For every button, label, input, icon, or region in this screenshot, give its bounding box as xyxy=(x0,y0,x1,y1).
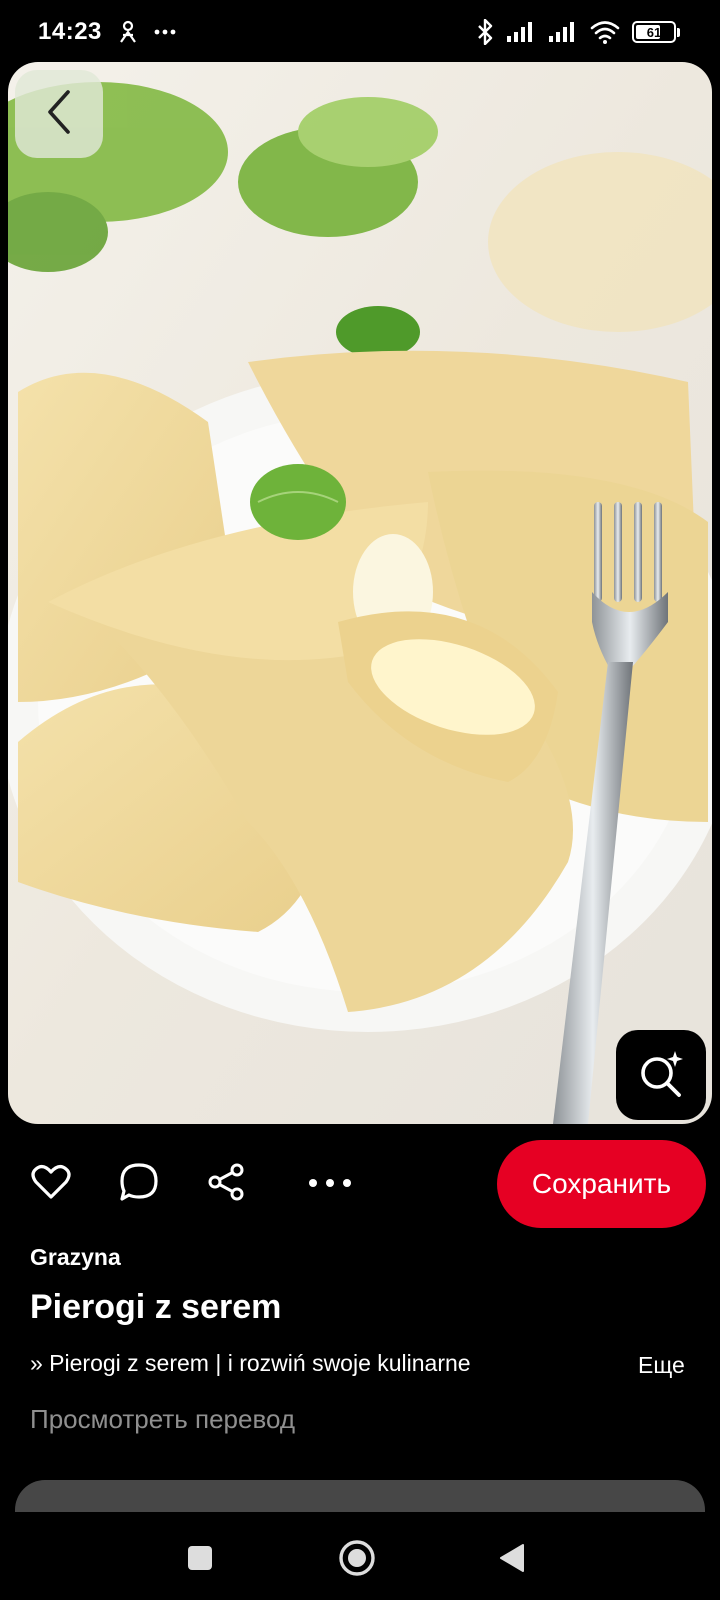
back-triangle-icon xyxy=(499,1543,525,1578)
pin-author[interactable]: Grazyna xyxy=(30,1244,121,1271)
visual-search-button[interactable] xyxy=(616,1030,706,1120)
battery-icon: 61 xyxy=(632,21,680,43)
back-nav-button[interactable] xyxy=(482,1530,542,1590)
more-dots-icon xyxy=(154,29,176,35)
more-options-button[interactable] xyxy=(306,1160,354,1208)
comment-icon xyxy=(119,1162,159,1207)
comment-button[interactable] xyxy=(115,1160,163,1208)
save-button[interactable]: Сохранить xyxy=(497,1140,706,1228)
visual-search-icon xyxy=(637,1049,685,1102)
status-bar-right: 61 xyxy=(476,19,680,45)
pin-detail-screen: 14:23 61 Сохранить Grazyna Pierogi z ser… xyxy=(0,0,720,1600)
home-circle-icon xyxy=(338,1539,376,1582)
action-row: Сохранить xyxy=(0,1140,720,1228)
like-button[interactable] xyxy=(27,1160,75,1208)
status-bar: 14:23 61 xyxy=(0,0,720,64)
home-button[interactable] xyxy=(327,1530,387,1590)
signal-icon xyxy=(506,21,536,43)
pierogi-photo xyxy=(8,62,712,1124)
more-link[interactable]: Еще xyxy=(638,1352,685,1379)
view-translation-link[interactable]: Просмотреть перевод xyxy=(30,1404,295,1435)
pin-title: Pierogi z serem xyxy=(30,1288,282,1326)
back-button[interactable] xyxy=(15,70,103,158)
recents-square-icon xyxy=(187,1545,213,1576)
signal-icon xyxy=(548,21,578,43)
chevron-left-icon xyxy=(44,89,74,140)
share-button[interactable] xyxy=(202,1160,250,1208)
system-nav-bar xyxy=(0,1512,720,1600)
status-time: 14:23 xyxy=(38,18,102,45)
wifi-icon xyxy=(590,20,620,44)
pin-description: » Pierogi z serem | i rozwiń swoje kulin… xyxy=(30,1350,471,1376)
pin-image[interactable] xyxy=(8,62,712,1124)
status-bar-left: 14:23 xyxy=(38,18,176,46)
more-icon xyxy=(308,1175,352,1193)
person-icon xyxy=(118,20,138,44)
recents-button[interactable] xyxy=(170,1530,230,1590)
bluetooth-icon xyxy=(476,19,494,45)
share-icon xyxy=(206,1162,246,1207)
heart-icon xyxy=(31,1164,71,1205)
battery-level: 61 xyxy=(646,24,662,40)
